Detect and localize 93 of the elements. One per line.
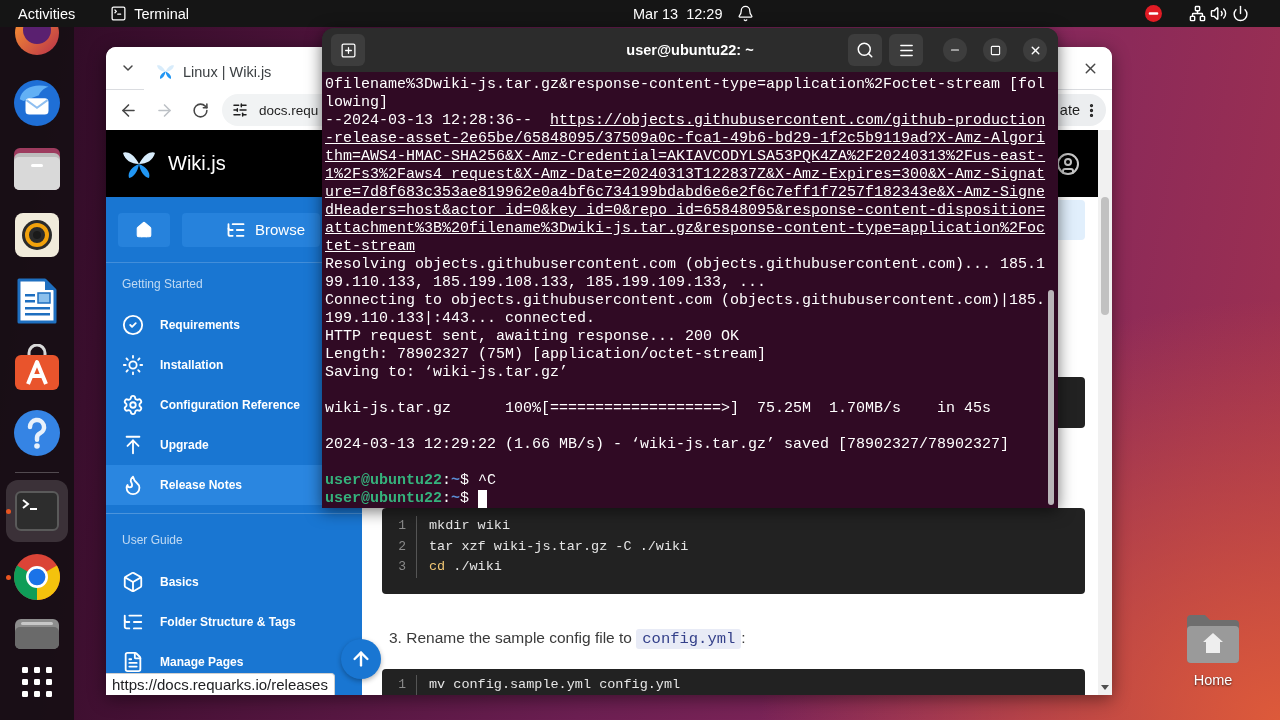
maximize-button[interactable]: [983, 38, 1007, 62]
code-line: mkdir wiki: [429, 517, 510, 535]
terminal-icon: [15, 491, 59, 531]
url-tooltip: https://docs.requarks.io/releases: [106, 673, 335, 695]
sidebar-item[interactable]: Basics: [106, 562, 322, 602]
terminal-line: HTTP request sent, awaiting response... 200 OK: [325, 328, 740, 346]
terminal-line: 199.110.133|:443... connected.: [325, 310, 596, 328]
prompt-line: user@ubuntu22:~$ ^C: [325, 472, 497, 490]
terminal-line: --2024-03-13 12:28:36--: [325, 112, 533, 130]
icon-label: Home: [1193, 672, 1233, 688]
line-number: 1: [398, 517, 406, 535]
plus-square-icon: [339, 41, 357, 59]
app-grid-icon: [22, 667, 52, 697]
cube-icon: [122, 571, 144, 593]
code-block: [1058, 377, 1085, 428]
sidebar-item[interactable]: Configuration Reference: [106, 385, 322, 425]
code-line: mv config.sample.yml config.yml: [429, 675, 681, 694]
line-number: 1: [398, 675, 406, 694]
butterfly-logo-icon: [123, 149, 155, 178]
url-link[interactable]: https://objects.githubusercontent.com/github-production: [550, 112, 1046, 130]
update-menu-button[interactable]: ate: [1055, 94, 1106, 126]
scrollbar-thumb[interactable]: [1048, 290, 1054, 505]
home-folder-icon[interactable]: [1185, 613, 1241, 663]
bell-icon[interactable]: [737, 5, 755, 22]
account-icon[interactable]: [1056, 151, 1080, 176]
reload-icon: [191, 101, 209, 119]
butterfly-icon: [157, 64, 174, 79]
menu-button[interactable]: [889, 34, 923, 66]
search-icon: [856, 41, 874, 59]
address-field[interactable]: docs.requ: [222, 94, 322, 126]
url-link[interactable]: tet-stream: [325, 238, 415, 256]
site-title[interactable]: Wiki.js: [168, 152, 226, 175]
activities-button[interactable]: Activities: [18, 0, 76, 27]
terminal-line: lowing]: [325, 94, 388, 112]
sidebar-item[interactable]: Upgrade: [106, 425, 322, 465]
round-logo-icon: [15, 27, 59, 55]
terminal-icon: [110, 5, 128, 22]
scroll-down-icon[interactable]: [1101, 685, 1109, 690]
gear-icon: [122, 394, 144, 416]
sidebar-item[interactable]: Installation: [106, 345, 322, 385]
scrollbar-thumb[interactable]: [1101, 197, 1109, 315]
terminal-line: Connecting to objects.githubusercontent.com (objects.githubusercontent.com)|185.: [325, 292, 1046, 310]
prompt-line: user@ubuntu22:~$: [325, 490, 470, 508]
shopping-bag-icon: [14, 344, 60, 390]
close-button[interactable]: [1023, 38, 1047, 62]
url-link[interactable]: attachment%3B%20filename%3Dwiki-js.tar.gz&response-content-type=application%2Foc: [325, 220, 1046, 238]
url-link[interactable]: dHeaders=host&actor_id=0&key_id=0&repo_id=65848095&response-content-disposition=: [325, 202, 1046, 220]
browse-button[interactable]: Browse: [182, 212, 320, 247]
terminal-line: Length: 78902327 (75M) [application/octet-stream]: [325, 346, 767, 364]
terminal-line: wiki-js.tar.gz 100%[===================>] 75.25M 1.70MB/s in 45s: [325, 400, 992, 418]
minus-circle-icon[interactable]: [1145, 5, 1162, 22]
line-number: 2: [398, 537, 406, 556]
drawer-icon: [14, 148, 60, 190]
clock[interactable]: Mar 13 12:29: [633, 0, 723, 27]
home-icon: [135, 220, 153, 239]
sidebar-item[interactable]: Folder Structure & Tags: [106, 602, 322, 642]
volume-icon[interactable]: [1210, 5, 1227, 22]
code-line: cd ./wiki: [429, 558, 502, 576]
segmented-circle-icon: [14, 554, 60, 600]
terminal-line: 99.110.133, 185.199.108.133, 185.199.109.133, ...: [325, 274, 767, 292]
mail-icon: [14, 80, 60, 126]
new-tab-button[interactable]: [331, 34, 365, 66]
network-icon[interactable]: [1189, 5, 1206, 22]
window-title: user@ubuntu22: ~: [626, 42, 754, 58]
search-button[interactable]: [848, 34, 882, 66]
sliders-icon: [232, 102, 248, 118]
terminal-line: Resolving objects.githubusercontent.com (objects.githubusercontent.com)... 185.1: [325, 256, 1046, 274]
terminal-line: 0filename%3Dwiki-js.tar.gz&response-content-type=application%2Foctet-stream [fol: [325, 76, 1046, 94]
power-icon[interactable]: [1232, 5, 1249, 22]
sidebar-item[interactable]: Requirements: [106, 305, 322, 345]
drive-icon: [15, 619, 59, 649]
code-line: tar xzf wiki-js.tar.gz -C ./wiki: [429, 537, 689, 556]
terminal-line: 2024-03-13 12:29:22 (1.66 MB/s) - ‘wiki-js.tar.gz’ saved [78902327/78902327]: [325, 436, 1010, 454]
line-number: 3: [398, 558, 406, 576]
section-header: User Guide: [121, 532, 184, 549]
minimize-button[interactable]: [943, 38, 967, 62]
check-circle-icon: [122, 314, 144, 336]
home-button[interactable]: [118, 212, 170, 247]
url-link[interactable]: -release-asset-2e65be/65848095/37509a0c-fca1-49b6-bd29-1f2c5b9119ad?X-Amz-Algori: [325, 130, 1046, 148]
text-document-icon: [17, 278, 57, 324]
info-panel: [1058, 200, 1085, 240]
app-menu-button[interactable]: Terminal: [110, 0, 189, 27]
url-link[interactable]: 1%2Fs3%2Faws4_request&X-Amz-Date=20240313T122837Z&X-Amz-Expires=300&X-Amz-Signat: [325, 166, 1046, 184]
url-link[interactable]: ure=7d8f683c353ae819962e0a4bf6c734199bdabd6e6e2f6c7eff1f7257f182343e&X-Amz-Signe: [325, 184, 1046, 202]
paragraph-text: 3. Rename the sample config file to config.yml :: [388, 627, 747, 651]
speaker-icon: [15, 213, 59, 257]
sun-icon: [122, 354, 144, 376]
help-icon: [14, 410, 60, 456]
document-icon: [122, 651, 144, 673]
sidebar-item[interactable]: Release Notes: [106, 465, 322, 505]
terminal-line: Saving to: ‘wiki-js.tar.gz’: [325, 364, 569, 382]
url-link[interactable]: thm=AWS4-HMAC-SHA256&X-Amz-Credential=AKIAVCODYLSA53PQK4ZA%2F20240313%2Fus-east-: [325, 148, 1046, 166]
maximize-icon: [989, 44, 1001, 56]
